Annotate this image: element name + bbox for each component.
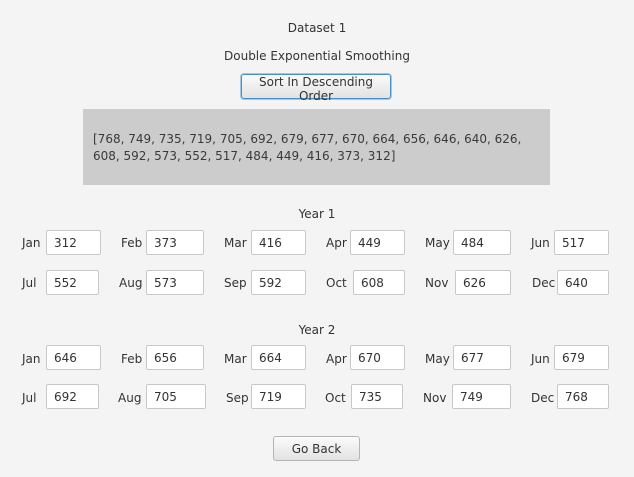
year2-sep-label: Sep <box>226 391 249 405</box>
go-back-button[interactable]: Go Back <box>273 436 360 461</box>
year1-jan-field[interactable] <box>46 230 101 255</box>
year1-title: Year 1 <box>298 207 336 221</box>
year1-sep-field[interactable] <box>251 270 306 295</box>
year1-oct-field[interactable] <box>353 270 405 295</box>
year2-feb-label: Feb <box>121 352 143 366</box>
year1-feb-label: Feb <box>121 236 143 250</box>
year1-may-field[interactable] <box>453 230 511 255</box>
year2-nov-field[interactable] <box>452 384 511 409</box>
year1-mar-label: Mar <box>224 236 247 250</box>
year2-apr-field[interactable] <box>350 345 405 370</box>
year2-jul-field[interactable] <box>46 384 99 409</box>
year2-nov-label: Nov <box>423 391 447 405</box>
year1-oct-label: Oct <box>326 276 347 290</box>
year1-jun-field[interactable] <box>554 230 609 255</box>
year1-aug-label: Aug <box>119 276 143 290</box>
year2-dec-label: Dec <box>531 391 555 405</box>
year2-aug-field[interactable] <box>146 384 206 409</box>
sort-descending-button[interactable]: Sort In Descending Order <box>241 74 391 103</box>
year2-aug-label: Aug <box>118 391 142 405</box>
year1-nov-label: Nov <box>425 276 449 290</box>
year2-jun-field[interactable] <box>554 345 609 370</box>
year1-dec-label: Dec <box>532 276 556 290</box>
year1-sep-label: Sep <box>224 276 247 290</box>
year1-jan-label: Jan <box>22 236 41 250</box>
year2-jul-label: Jul <box>22 391 37 405</box>
year1-feb-field[interactable] <box>146 230 204 255</box>
year2-mar-field[interactable] <box>251 345 306 370</box>
year1-jul-field[interactable] <box>46 270 99 295</box>
year2-title: Year 2 <box>298 323 336 337</box>
year1-dec-field[interactable] <box>557 270 609 295</box>
year2-apr-label: Apr <box>326 352 347 366</box>
year2-dec-field[interactable] <box>557 384 609 409</box>
year1-may-label: May <box>425 236 450 250</box>
year2-jan-label: Jan <box>22 352 41 366</box>
year1-apr-field[interactable] <box>350 230 405 255</box>
year1-jul-label: Jul <box>22 276 37 290</box>
sorted-output-text: [768, 749, 735, 719, 705, 692, 679, 677,… <box>83 109 550 185</box>
year1-nov-field[interactable] <box>455 270 511 295</box>
year2-mar-label: Mar <box>224 352 247 366</box>
dataset-title: Dataset 1 <box>287 21 347 35</box>
year2-oct-label: Oct <box>325 391 346 405</box>
year1-aug-field[interactable] <box>146 270 204 295</box>
year1-mar-field[interactable] <box>251 230 306 255</box>
year2-jun-label: Jun <box>531 352 550 366</box>
year2-jan-field[interactable] <box>46 345 101 370</box>
year2-oct-field[interactable] <box>351 384 403 409</box>
year2-may-field[interactable] <box>453 345 511 370</box>
method-title: Double Exponential Smoothing <box>224 49 410 63</box>
year2-sep-field[interactable] <box>251 384 306 409</box>
year1-jun-label: Jun <box>531 236 550 250</box>
year1-apr-label: Apr <box>326 236 347 250</box>
year2-may-label: May <box>425 352 450 366</box>
year2-feb-field[interactable] <box>146 345 204 370</box>
